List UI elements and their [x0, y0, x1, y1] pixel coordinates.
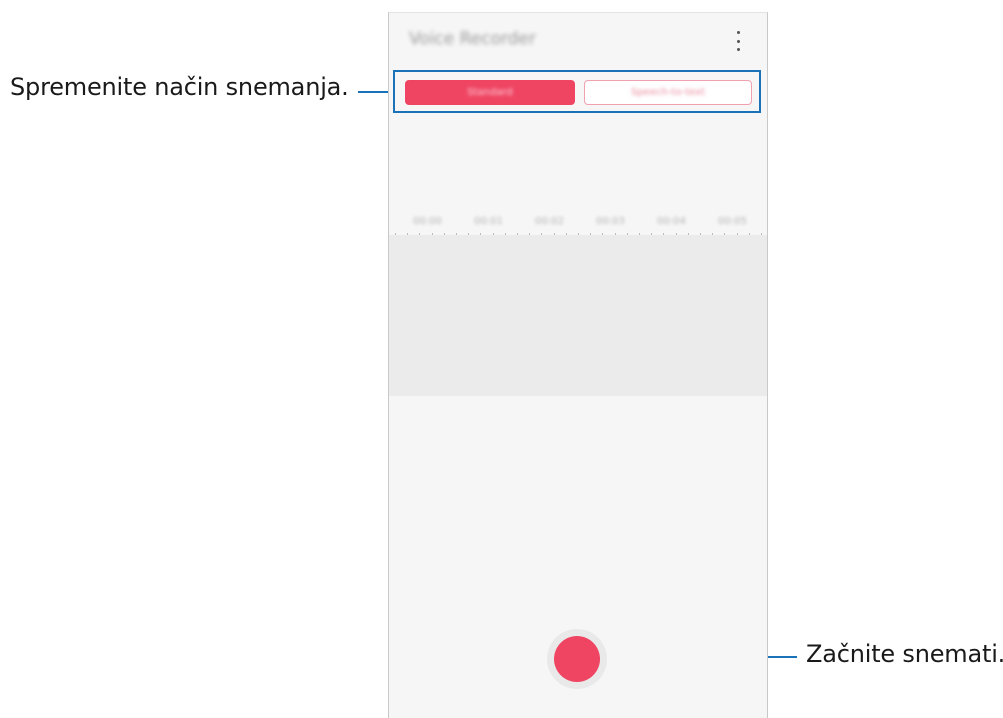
- mode-tab-speech-label: Speech-to-text: [630, 87, 705, 98]
- callout-start-recording: Začnite snemati.: [806, 640, 1003, 668]
- phone-screen: Voice Recorder Standard Speech-to-text 0…: [388, 12, 768, 718]
- timeline-label: 00:04: [657, 216, 686, 227]
- timeline-label: 00:02: [535, 216, 564, 227]
- app-title: Voice Recorder: [409, 29, 536, 49]
- callout-change-mode: Spremenite način snemanja.: [10, 73, 349, 101]
- mode-tab-speech-to-text[interactable]: Speech-to-text: [584, 80, 752, 105]
- timeline-label: 00:00: [413, 216, 442, 227]
- timeline-label: 00:05: [718, 216, 747, 227]
- timeline-label: 00:03: [596, 216, 625, 227]
- waveform-area: [389, 235, 767, 396]
- callout-line-mode: [358, 91, 392, 93]
- more-options-icon[interactable]: [735, 31, 741, 51]
- mode-tab-standard-label: Standard: [467, 87, 513, 98]
- record-button[interactable]: [554, 636, 600, 682]
- mode-tab-standard[interactable]: Standard: [405, 80, 575, 105]
- timeline-label: 00:01: [474, 216, 503, 227]
- recording-mode-highlight: Standard Speech-to-text: [393, 70, 761, 113]
